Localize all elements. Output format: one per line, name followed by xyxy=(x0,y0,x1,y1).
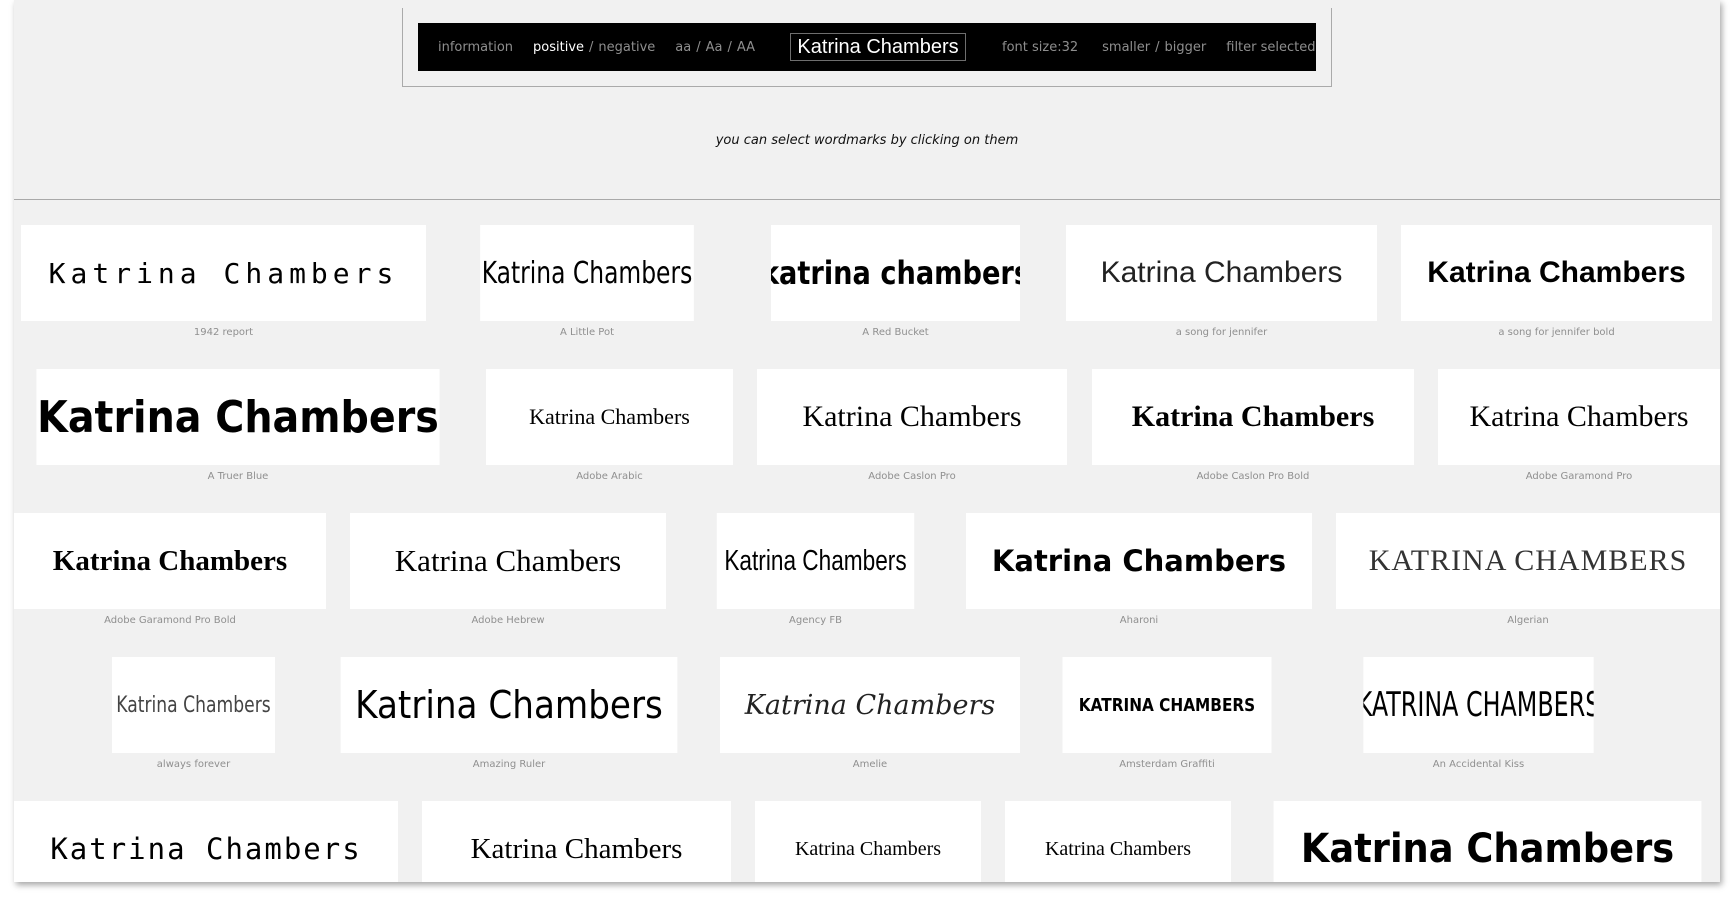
wordmark-sample[interactable]: Katrina Chambers xyxy=(422,801,731,882)
wordmark-sample[interactable]: Katrina Chambers xyxy=(966,513,1312,609)
font-name: Algerian xyxy=(1507,615,1549,626)
separator: / xyxy=(727,39,732,55)
wordmark-sample[interactable]: Katrina Chambers xyxy=(755,801,981,882)
font-name: Adobe Caslon Pro Bold xyxy=(1196,471,1310,482)
case-toggle: aa / Aa / AA xyxy=(675,40,755,55)
font-card[interactable]: Katrina Chambers Amazing Ruler xyxy=(322,657,696,770)
font-card[interactable]: Katrina Chambers xyxy=(422,801,731,882)
font-card[interactable]: Katrina Chambers Adobe Caslon Pro xyxy=(757,369,1067,482)
font-name: 1942 report xyxy=(193,327,254,338)
font-card[interactable]: Katrina Chambers a song for jennifer bol… xyxy=(1401,225,1712,338)
font-card[interactable]: KATRINA CHAMBERS Algerian xyxy=(1336,513,1720,626)
font-name: An Accidental Kiss xyxy=(1432,759,1525,770)
wordmark-sample[interactable]: KATRINA CHAMBERS xyxy=(1363,657,1594,753)
font-size-value: 32 xyxy=(1061,39,1079,55)
wordmark-sample[interactable]: Katrina Chambers xyxy=(111,657,276,753)
font-name: Adobe Garamond Pro xyxy=(1525,471,1633,482)
case-title-link[interactable]: Aa xyxy=(706,40,723,55)
font-card[interactable]: Katrina Chambers a song for jennifer xyxy=(1066,225,1377,338)
font-name: Adobe Hebrew xyxy=(471,615,545,626)
smaller-link[interactable]: smaller xyxy=(1102,40,1150,55)
divider xyxy=(14,199,1720,200)
wordmark-sample[interactable]: KATRINA CHAMBERS xyxy=(1336,513,1720,609)
font-card[interactable]: Katrina Chambers xyxy=(1005,801,1231,882)
font-card[interactable]: Katrina Chambers Amelie xyxy=(720,657,1020,770)
wordmark-sample[interactable]: Katrina Chambers xyxy=(1401,225,1712,321)
wordmark-sample[interactable]: Katrina Chambers xyxy=(716,513,915,609)
wordmark-sample[interactable]: Katrina Chambers xyxy=(1438,369,1720,465)
size-controls: smaller / bigger xyxy=(1102,40,1206,55)
font-name: Amazing Ruler xyxy=(472,759,546,770)
wordmark-sample[interactable]: Katrina Chambers xyxy=(480,225,694,321)
font-card[interactable]: Katrina Chambers 1942 report xyxy=(21,225,426,338)
selection-hint: you can select wordmarks by clicking on … xyxy=(715,133,1019,148)
wordmark-sample[interactable]: Katrina Chambers xyxy=(36,369,440,465)
wordmark-sample[interactable]: Katrina Chambers xyxy=(340,657,678,753)
wordmark-sample[interactable]: Katrina Chambers xyxy=(350,513,666,609)
wordmark-sample[interactable]: Katrina Chambers xyxy=(720,657,1020,753)
wordmark-sample[interactable]: Katrina Chambers xyxy=(14,513,326,609)
wordmark-sample[interactable]: Katrina Chambers xyxy=(1066,225,1377,321)
font-card[interactable]: katrina chambers A Red Bucket xyxy=(749,225,1042,338)
separator: / xyxy=(589,39,594,55)
filter-selected-link[interactable]: filter selected xyxy=(1226,40,1315,55)
case-upper-link[interactable]: AA xyxy=(737,40,755,55)
negative-link[interactable]: negative xyxy=(598,40,655,55)
font-name: A Red Bucket xyxy=(862,327,929,338)
bigger-link[interactable]: bigger xyxy=(1165,40,1207,55)
font-card[interactable]: Katrina Chambers Agency FB xyxy=(689,513,942,626)
font-card[interactable]: Katrina Chambers A Little Pot xyxy=(450,225,724,338)
font-card[interactable]: KATRINA CHAMBERS Amsterdam Graffiti xyxy=(1044,657,1290,770)
font-card[interactable]: Katrina Chambers Adobe Garamond Pro Bold xyxy=(14,513,326,626)
font-name: Aharoni xyxy=(1119,615,1159,626)
positive-link[interactable]: positive xyxy=(533,40,584,55)
toolbar: information positive / negative aa / Aa / AA f… xyxy=(418,23,1316,71)
font-name: Amelie xyxy=(852,759,888,770)
font-card[interactable]: KATRINA CHAMBERS An Accidental Kiss xyxy=(1314,657,1643,770)
font-card[interactable]: Katrina Chambers Adobe Caslon Pro Bold xyxy=(1092,369,1414,482)
font-card[interactable]: Katrina Chambers xyxy=(755,801,981,882)
font-card[interactable]: Katrina Chambers xyxy=(1255,801,1720,882)
separator: / xyxy=(696,39,701,55)
font-card[interactable]: Katrina Chambers Adobe Hebrew xyxy=(350,513,666,626)
wordmark-sample[interactable]: katrina chambers xyxy=(770,225,1021,321)
font-size-display: font size:32 xyxy=(1002,40,1078,55)
font-name: A Little Pot xyxy=(559,327,615,338)
font-name: Amsterdam Graffiti xyxy=(1119,759,1215,770)
font-name: a song for jennifer xyxy=(1175,327,1268,338)
wordmark-sample[interactable]: Katrina Chambers xyxy=(21,225,426,321)
font-name: a song for jennifer bold xyxy=(1498,327,1615,338)
wordmark-sample[interactable]: Katrina Chambers xyxy=(1092,369,1414,465)
font-name: Agency FB xyxy=(789,615,842,626)
separator: / xyxy=(1155,39,1160,55)
font-card[interactable]: Katrina Chambers Adobe Garamond Pro xyxy=(1438,369,1720,482)
information-link[interactable]: information xyxy=(438,40,513,55)
wordmark-sample[interactable]: KATRINA CHAMBERS xyxy=(1062,657,1272,753)
font-name: Adobe Arabic xyxy=(576,471,643,482)
font-size-label: font size: xyxy=(1002,39,1062,55)
font-card[interactable]: Katrina Chambers xyxy=(14,801,398,882)
font-name: always forever xyxy=(156,759,231,770)
font-card[interactable]: Katrina Chambers always forever xyxy=(89,657,298,770)
font-card[interactable]: Katrina Chambers A Truer Blue xyxy=(14,369,462,482)
font-card[interactable]: Katrina Chambers Adobe Arabic xyxy=(486,369,733,482)
font-name: A Truer Blue xyxy=(207,471,269,482)
font-name: Adobe Garamond Pro Bold xyxy=(104,615,236,626)
wordmark-sample[interactable]: Katrina Chambers xyxy=(14,801,398,882)
wordmark-sample[interactable]: Katrina Chambers xyxy=(1273,801,1702,882)
page-frame: information positive / negative aa / Aa / AA f… xyxy=(14,0,1720,882)
wordmark-sample[interactable]: Katrina Chambers xyxy=(1005,801,1231,882)
font-name: Adobe Caslon Pro xyxy=(868,471,956,482)
wordmark-sample[interactable]: Katrina Chambers xyxy=(757,369,1067,465)
wordmark-input[interactable] xyxy=(790,33,967,61)
polarity-toggle: positive / negative xyxy=(533,40,655,55)
case-lower-link[interactable]: aa xyxy=(675,40,691,55)
font-card[interactable]: Katrina Chambers Aharoni xyxy=(966,513,1312,626)
wordmark-sample[interactable]: Katrina Chambers xyxy=(486,369,733,465)
